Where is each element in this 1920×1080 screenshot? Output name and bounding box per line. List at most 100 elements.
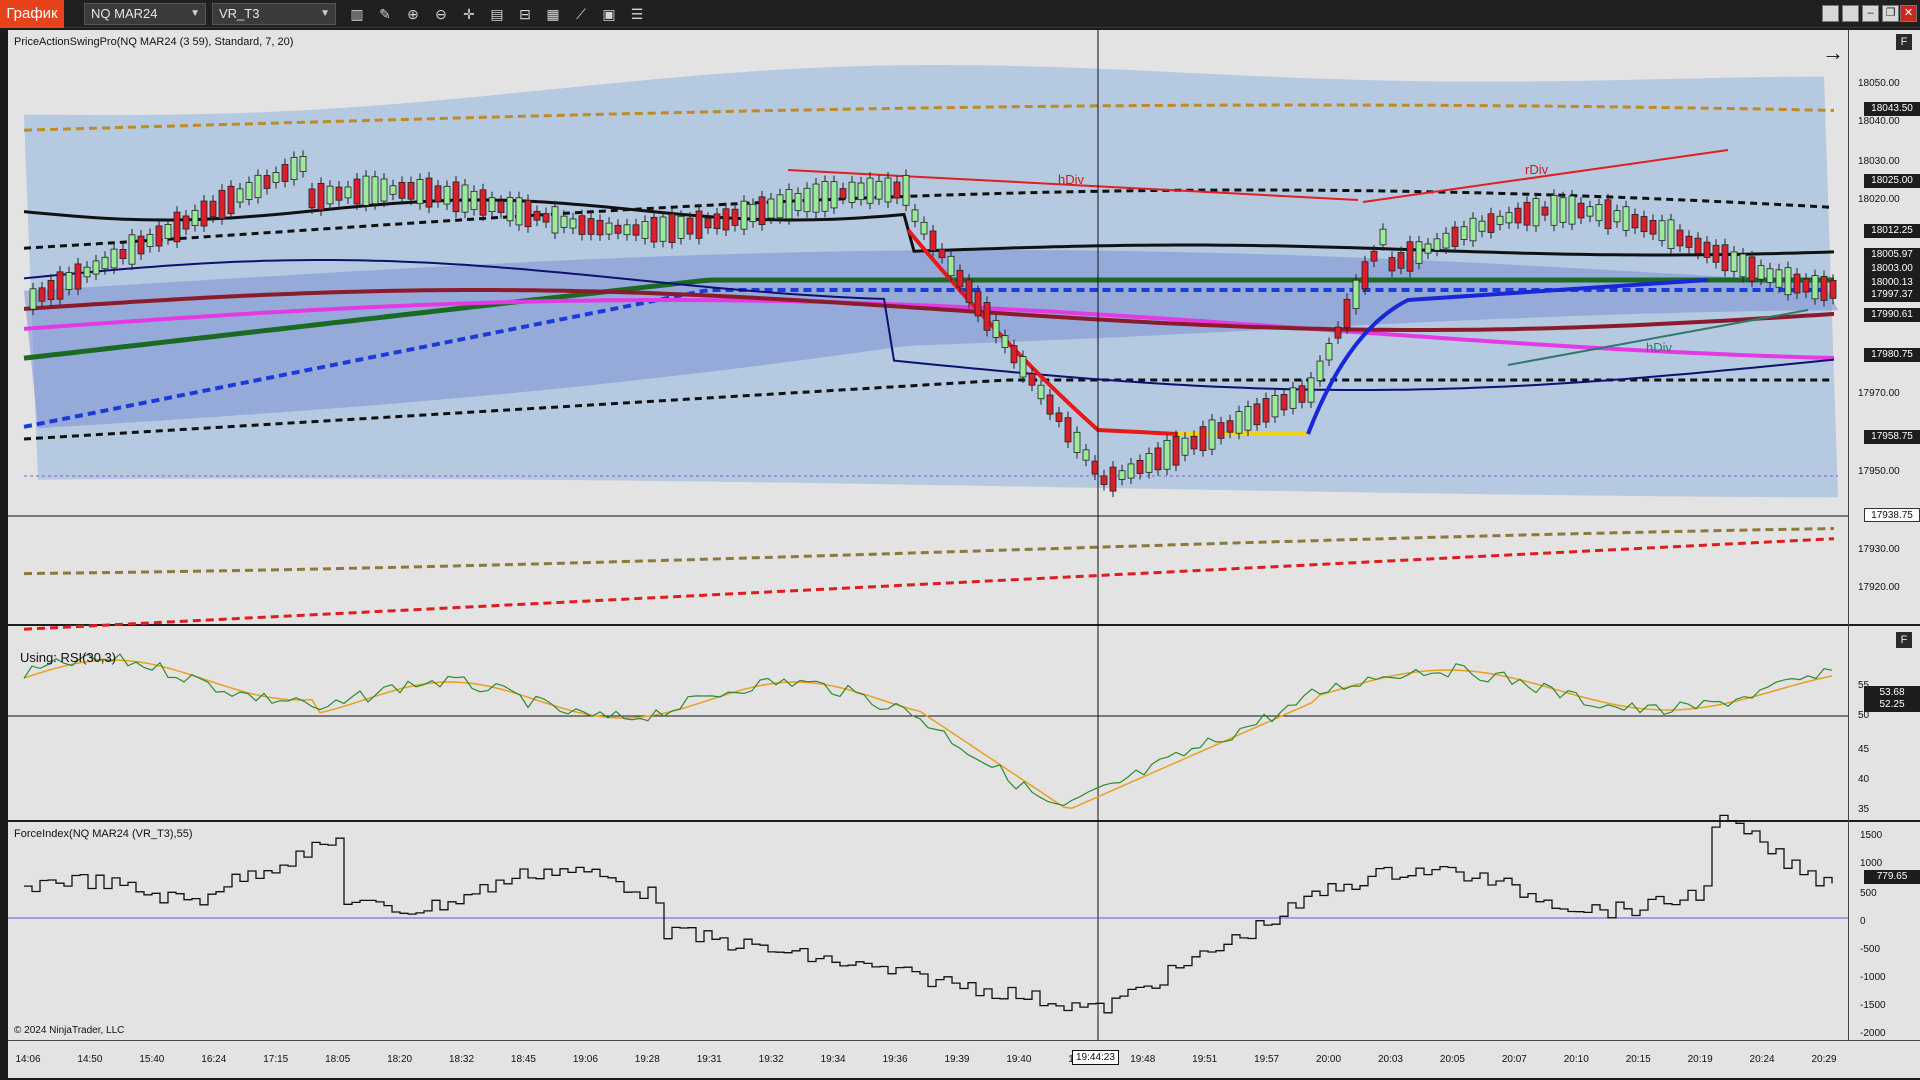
zoom-out-icon[interactable]: ⊖	[430, 4, 452, 24]
candle-body	[191, 209, 199, 227]
candle-body	[1469, 217, 1477, 242]
candle-body	[1694, 237, 1702, 254]
candle-body	[713, 213, 721, 230]
candle-body	[1091, 460, 1099, 475]
candle-body	[1415, 241, 1423, 264]
candle-body	[1811, 275, 1819, 300]
bar-type-icon[interactable]: ▥	[346, 4, 368, 24]
drawing-tool-icon[interactable]: ✎	[374, 4, 396, 24]
properties-icon[interactable]: ▣	[598, 4, 620, 24]
candle-body	[668, 213, 676, 243]
candle-body	[1217, 422, 1225, 439]
candle-body	[587, 218, 595, 235]
candle-body	[920, 221, 928, 235]
strategies-icon[interactable]: ⟋	[570, 4, 592, 24]
copy-icon[interactable]	[1842, 5, 1859, 22]
candle-body	[1487, 213, 1495, 233]
candle-body	[1496, 215, 1504, 225]
rsi-panel-f-button[interactable]: F	[1896, 632, 1912, 648]
price-tag: 17997.37	[1864, 288, 1920, 302]
tile-icon[interactable]	[1822, 5, 1839, 22]
candle-body	[857, 182, 865, 201]
zoom-in-icon[interactable]: ⊕	[402, 4, 424, 24]
candle-body	[47, 280, 55, 300]
candle-body	[1010, 345, 1018, 364]
candle-body	[947, 255, 955, 277]
candle-body	[821, 181, 829, 212]
price-tag: 18003.00	[1864, 262, 1920, 276]
force-panel-label: ForceIndex(NQ MAR24 (VR_T3),55)	[14, 828, 193, 840]
candle-body	[1442, 232, 1450, 249]
price-panel-label: PriceActionSwingPro(NQ MAR24 (3 59), Sta…	[14, 36, 294, 48]
candle-body	[209, 200, 217, 218]
candle-body	[1406, 241, 1414, 272]
candle-body	[1775, 269, 1783, 288]
time-tick: 16:24	[201, 1054, 227, 1065]
force-y-tick: -1000	[1860, 972, 1886, 983]
candle-body	[569, 218, 577, 229]
crosshair-icon[interactable]: ✛	[458, 4, 480, 24]
restore-icon[interactable]: ❐	[1882, 5, 1899, 22]
candle-body	[1649, 220, 1657, 235]
templates-icon[interactable]: ▦	[542, 4, 564, 24]
crosshair-price-tag: 17938.75	[1864, 508, 1920, 522]
candle-body	[767, 198, 775, 219]
candle-body	[551, 206, 559, 234]
time-tick: 19:48	[1130, 1054, 1156, 1065]
candle-body	[866, 177, 874, 204]
candle-body	[1073, 431, 1081, 453]
chart-trader-icon[interactable]: ⊟	[514, 4, 536, 24]
candle-body	[506, 197, 514, 222]
candle-body	[884, 177, 892, 203]
time-tick: 18:32	[449, 1054, 475, 1065]
rsi-line	[23, 653, 1833, 807]
data-box-icon[interactable]: ▤	[486, 4, 508, 24]
candle-body	[1316, 360, 1324, 382]
candle-body	[497, 200, 505, 213]
price-panel-f-button[interactable]: F	[1896, 34, 1912, 50]
candle-body	[1523, 201, 1531, 226]
candle-body	[1244, 406, 1252, 431]
candle-body	[632, 224, 640, 236]
candle-body	[443, 185, 451, 205]
scroll-right-arrow-icon[interactable]: →	[1822, 40, 1844, 66]
candle-body	[434, 185, 442, 203]
candle-body	[1685, 235, 1693, 248]
price-tag: 17990.61	[1864, 308, 1920, 322]
candle-body	[839, 188, 847, 199]
candle-body	[1721, 244, 1729, 272]
data-series-selector[interactable]: VR_T3 ▼	[212, 3, 336, 25]
candle-body	[1793, 273, 1801, 294]
minimize-icon[interactable]: ‒	[1862, 5, 1879, 22]
time-tick: 20:07	[1501, 1054, 1527, 1065]
candle-body	[1370, 250, 1378, 262]
candle-body	[1325, 343, 1333, 361]
price-tag: 18043.50	[1864, 102, 1920, 116]
chart-canvas[interactable]	[8, 30, 1920, 1078]
candle-body	[236, 188, 244, 203]
candle-body	[938, 248, 946, 259]
candle-body	[1118, 470, 1126, 480]
candle-body	[200, 200, 208, 227]
candle-body	[1397, 252, 1405, 269]
candle-body	[1712, 244, 1720, 263]
time-tick: 18:45	[510, 1054, 536, 1065]
toolbar: График NQ MAR24 ▼ VR_T3 ▼ ▥ ✎ ⊕ ⊖ ✛ ▤ ⊟ …	[0, 0, 1920, 28]
instrument-selector[interactable]: NQ MAR24 ▼	[84, 3, 206, 25]
chart-area[interactable]: PriceActionSwingPro(NQ MAR24 (3 59), Sta…	[8, 30, 1920, 1078]
candle-body	[1154, 447, 1162, 471]
time-tick: 20:19	[1687, 1054, 1713, 1065]
time-tick: 20:15	[1625, 1054, 1651, 1065]
force-y-tick: 1500	[1860, 830, 1883, 841]
hdiv-annotation-bottom: hDiv	[1646, 340, 1673, 355]
candle-body	[650, 216, 658, 243]
app-menu-button[interactable]: График	[0, 0, 64, 28]
list-icon[interactable]: ☰	[626, 4, 648, 24]
candle-body	[605, 222, 613, 235]
candle-body	[371, 176, 379, 205]
candle-body	[1460, 226, 1468, 240]
panel-divider	[8, 624, 1920, 626]
close-icon[interactable]: ✕	[1900, 5, 1917, 22]
candle-body	[578, 215, 586, 235]
candle-body	[794, 193, 802, 211]
